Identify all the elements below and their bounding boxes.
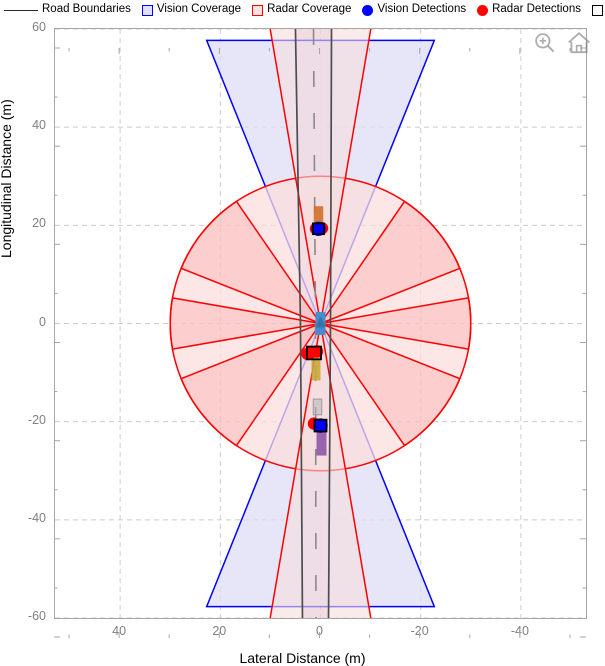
legend-item-road-boundaries[interactable]: Road Boundaries — [4, 4, 131, 16]
x-tick-label: 0 — [316, 624, 323, 638]
legend-label: Road Boundaries — [42, 3, 131, 16]
legend: Road Boundaries Vision Coverage Radar Co… — [0, 0, 605, 20]
y-tick-label: 0 — [39, 314, 46, 329]
legend-label: Radar Detections — [492, 3, 581, 16]
legend-label: Vision Detections — [377, 3, 467, 16]
y-tick-label: -60 — [27, 609, 46, 623]
y-tick-label: -20 — [27, 412, 46, 427]
zoom-in-icon[interactable] — [532, 30, 558, 56]
y-axis-title: Longitudinal Distance (m) — [0, 99, 14, 258]
figure: 60 40 20 0 -20 -40 -60 40 20 0 -20 -40 Longitudinal… — [0, 20, 605, 666]
legend-item-vision-coverage[interactable]: Vision Coverage — [141, 3, 242, 16]
circle-icon — [477, 4, 489, 16]
line-icon — [4, 9, 38, 11]
x-tick-label: -20 — [410, 624, 429, 638]
legend-item-radar-detections[interactable]: Radar Detections — [477, 4, 581, 16]
home-icon[interactable] — [566, 30, 592, 56]
circle-icon — [362, 4, 374, 16]
square-icon — [141, 4, 153, 16]
legend-label: Radar Coverage — [267, 3, 352, 16]
square-icon — [591, 4, 603, 16]
legend-item-radar-coverage[interactable]: Radar Coverage — [252, 4, 351, 16]
legend-item-vision-detections[interactable]: Vision Detections — [362, 4, 466, 16]
x-tick-label: -40 — [510, 624, 529, 638]
y-tick-label: -40 — [27, 510, 46, 525]
birds-eye-plot — [55, 29, 586, 618]
x-axis-title: Lateral Distance (m) — [239, 650, 366, 666]
x-tick-label: 20 — [212, 624, 227, 638]
square-icon — [252, 4, 264, 16]
legend-item-tracks[interactable]: Tracks — [591, 4, 605, 16]
x-tick-label: 40 — [112, 624, 127, 638]
legend-label: Vision Coverage — [156, 3, 242, 16]
ghost-vehicle-gray — [312, 398, 323, 416]
plot-axes[interactable] — [54, 28, 587, 619]
y-tick-label: 60 — [32, 20, 46, 34]
plot-toolbar[interactable] — [532, 30, 592, 56]
